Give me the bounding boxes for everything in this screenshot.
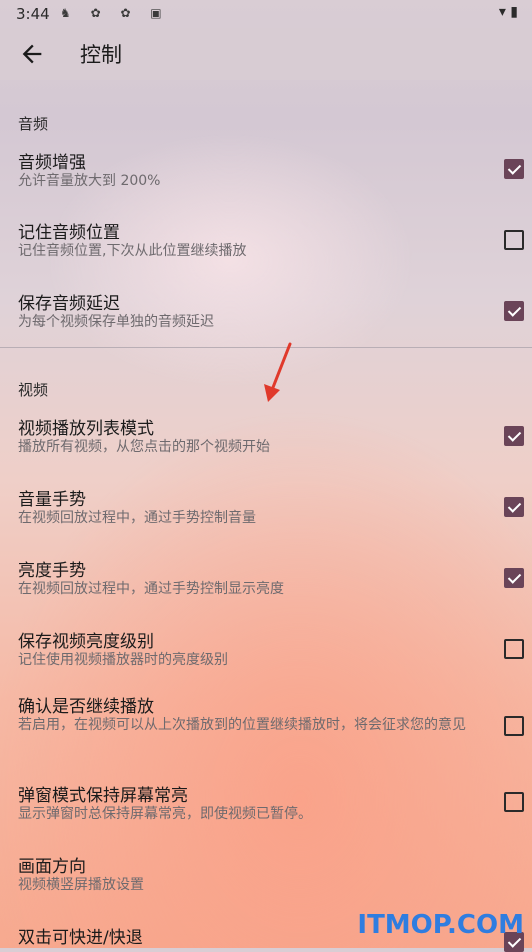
checkbox[interactable]: [504, 568, 524, 588]
setting-save-audio-delay[interactable]: 保存音频延迟 为每个视频保存单独的音频延迟: [0, 281, 532, 347]
setting-subtitle: 为每个视频保存单独的音频延迟: [18, 314, 214, 330]
checkbox[interactable]: [504, 497, 524, 517]
checkbox[interactable]: [504, 426, 524, 446]
checkbox[interactable]: [504, 301, 524, 321]
section-header-video: 视频: [18, 381, 49, 399]
setting-popup-keep-screen-on[interactable]: 弹窗模式保持屏幕常亮 显示弹窗时总保持屏幕常亮，即使视频已暂停。: [0, 777, 532, 847]
checkbox[interactable]: [504, 639, 524, 659]
status-bar: 3:44 ♞ ✿ ✿ ▣ ▾ ▮: [0, 0, 532, 28]
checkbox[interactable]: [504, 792, 524, 812]
setting-subtitle: 记住使用视频播放器时的亮度级别: [18, 652, 228, 668]
setting-subtitle: 播放所有视频，从您点击的那个视频开始: [18, 439, 270, 455]
annotation-arrow-icon: [264, 342, 292, 402]
setting-brightness-gesture[interactable]: 亮度手势 在视频回放过程中，通过手势控制显示亮度: [0, 548, 532, 618]
setting-video-playlist-mode[interactable]: 视频播放列表模式 播放所有视频，从您点击的那个视频开始: [0, 406, 532, 476]
setting-subtitle: 显示弹窗时总保持屏幕常亮，即使视频已暂停。: [18, 806, 312, 822]
checkbox[interactable]: [504, 159, 524, 179]
checkbox[interactable]: [504, 716, 524, 736]
setting-subtitle: 若启用，在视频可以从上次播放到的位置继续播放时，将会征求您的意见: [18, 717, 466, 733]
setting-title: 双击可快进/快退: [18, 928, 143, 948]
app-bar: 控制: [0, 28, 532, 80]
section-header-audio: 音频: [18, 115, 49, 133]
notification-icons: ♞ ✿ ✿ ▣: [60, 6, 170, 20]
setting-subtitle: 记住音频位置,下次从此位置继续播放: [18, 243, 247, 259]
watermark-logo: ITMOP.COM: [357, 910, 524, 940]
status-time: 3:44: [16, 5, 50, 23]
setting-subtitle: 在视频回放过程中，通过手势控制音量: [18, 510, 256, 526]
setting-audio-boost[interactable]: 音频增强 允许音量放大到 200%: [0, 140, 532, 210]
arrow-left-icon[interactable]: [18, 40, 46, 68]
setting-subtitle: 允许音量放大到 200%: [18, 173, 161, 189]
checkbox[interactable]: [504, 230, 524, 250]
setting-remember-audio-position[interactable]: 记住音频位置 记住音频位置,下次从此位置继续播放: [0, 210, 532, 280]
setting-screen-orientation[interactable]: 画面方向 视频横竖屏播放设置: [0, 848, 532, 918]
setting-confirm-resume[interactable]: 确认是否继续播放 若启用，在视频可以从上次播放到的位置继续播放时，将会征求您的意…: [0, 688, 532, 776]
page-title: 控制: [80, 43, 122, 67]
setting-subtitle: 视频横竖屏播放设置: [18, 877, 144, 893]
setting-volume-gesture[interactable]: 音量手势 在视频回放过程中，通过手势控制音量: [0, 477, 532, 547]
setting-subtitle: 在视频回放过程中，通过手势控制显示亮度: [18, 581, 284, 597]
signal-battery-icons: ▾ ▮: [498, 4, 518, 20]
setting-save-video-brightness[interactable]: 保存视频亮度级别 记住使用视频播放器时的亮度级别: [0, 619, 532, 689]
